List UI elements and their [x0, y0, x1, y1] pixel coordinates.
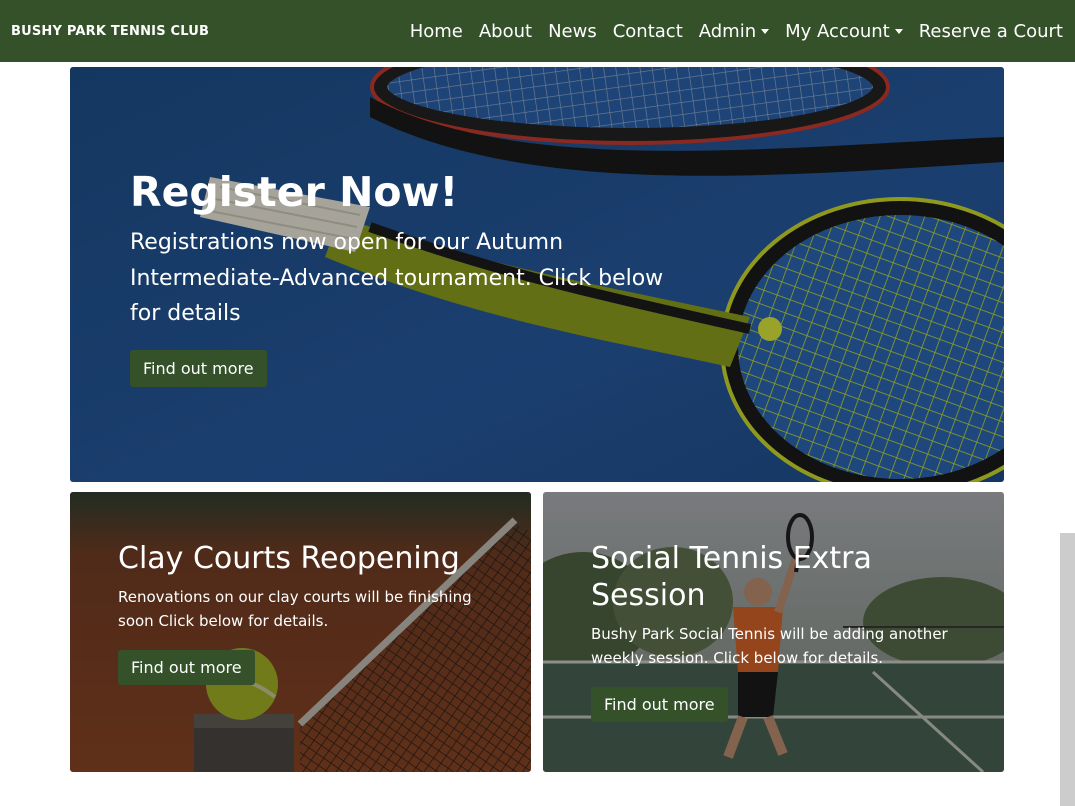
hero-content: Register Now! Registrations now open for… [130, 167, 690, 387]
clay-title: Clay Courts Reopening [118, 541, 460, 576]
hero-find-out-more-button[interactable]: Find out more [130, 349, 267, 387]
brand-logo[interactable]: BUSHY PARK TENNIS CLUB [11, 24, 209, 39]
page-scrollbar[interactable] [1060, 533, 1075, 806]
social-tennis-card: Social Tennis Extra Session Bushy Park S… [543, 492, 1004, 772]
clay-text: Renovations on our clay courts will be f… [118, 588, 472, 630]
nav-about-link[interactable]: About [479, 21, 532, 42]
nav-admin-dropdown[interactable]: Admin [698, 20, 770, 42]
social-content: Social Tennis Extra Session Bushy Park S… [591, 540, 961, 722]
nav-reserve-court-link[interactable]: Reserve a Court [919, 21, 1063, 42]
nav-contact-link[interactable]: Contact [613, 21, 683, 42]
caret-down-icon [761, 28, 770, 34]
clay-courts-card: Clay Courts Reopening Renovations on our… [70, 492, 531, 772]
nav-links: Home About News Contact Admin My Account… [394, 21, 1063, 42]
social-title: Social Tennis Extra Session [591, 541, 872, 613]
nav-my-account-dropdown[interactable]: My Account [785, 21, 903, 42]
hero-title: Register Now! [130, 168, 459, 216]
nav-about-label: About [478, 20, 533, 42]
social-text: Bushy Park Social Tennis will be adding … [591, 625, 948, 667]
hero-card: Register Now! Registrations now open for… [70, 67, 1004, 482]
nav-my-account-label: My Account [785, 20, 890, 42]
nav-home-label: Home [409, 20, 463, 42]
hero-text: Registrations now open for our Autumn In… [130, 230, 664, 326]
nav-reserve-court-label: Reserve a Court [918, 20, 1063, 42]
nav-news-label: News [548, 20, 597, 42]
nav-contact-label: Contact [612, 20, 683, 42]
caret-down-icon [894, 28, 903, 34]
social-find-out-more-button[interactable]: Find out more [591, 687, 728, 722]
clay-find-out-more-button[interactable]: Find out more [118, 650, 255, 685]
nav-news-link[interactable]: News [548, 21, 597, 42]
nav-home-link[interactable]: Home [410, 21, 463, 42]
clay-content: Clay Courts Reopening Renovations on our… [118, 540, 488, 685]
nav-admin-label: Admin [698, 20, 757, 42]
navbar: BUSHY PARK TENNIS CLUB Home About News C… [0, 0, 1075, 62]
